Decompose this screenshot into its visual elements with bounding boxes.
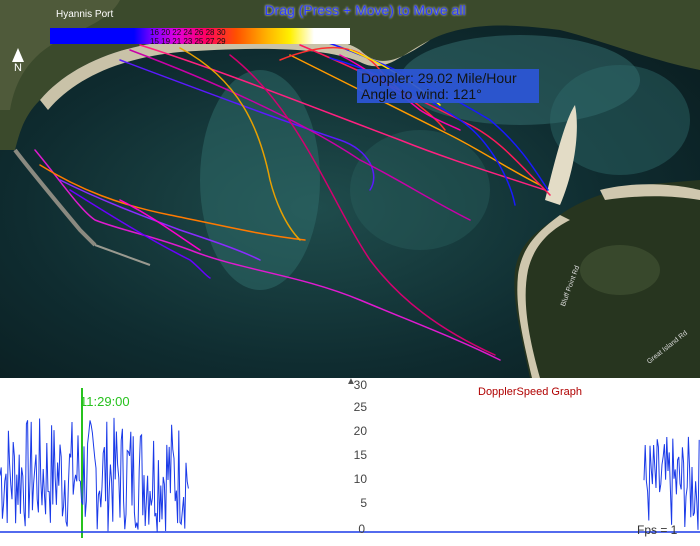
speed-trace-1: [0, 417, 189, 532]
fps-label: Fps = 1: [637, 523, 678, 537]
north-arrow-icon: N: [12, 48, 24, 74]
legend-row-1: 16 20 22 24 26 28 30: [150, 28, 226, 37]
color-legend: 16 20 22 24 26 28 30 15 19 21 23 25 27 2…: [50, 26, 350, 46]
legend-row-2: 15 19 21 23 25 27 29: [150, 37, 226, 46]
y-tick-30: 30: [353, 378, 367, 392]
satellite-map[interactable]: [0, 0, 700, 378]
graph-title: DopplerSpeed Graph: [478, 386, 582, 398]
speed-trace-2: [643, 436, 700, 530]
angle-readout: Angle to wind: 121°: [361, 86, 482, 102]
y-tick-15: 15: [353, 448, 367, 462]
map-view[interactable]: Hyannis Port N Drag (Press + Move) to Mo…: [0, 0, 700, 378]
north-label: N: [14, 62, 22, 74]
doppler-readout: Doppler: 29.02 Mile/Hour: [361, 70, 517, 86]
y-tick-20: 20: [353, 424, 367, 438]
place-label: Hyannis Port: [56, 9, 114, 20]
speed-graph[interactable]: ▲ DopplerSpeed Graph 30 25 20 15 10 5 0 …: [0, 376, 700, 546]
info-box: Doppler: 29.02 Mile/Hour Angle to wind: …: [357, 69, 539, 103]
y-tick-25: 25: [353, 400, 367, 414]
y-tick-0: 0: [358, 522, 365, 536]
time-label: 11:29:00: [80, 394, 130, 409]
y-tick-10: 10: [353, 472, 367, 486]
drag-hint: Drag (Press + Move) to Move all: [264, 2, 466, 18]
y-tick-5: 5: [360, 496, 367, 510]
